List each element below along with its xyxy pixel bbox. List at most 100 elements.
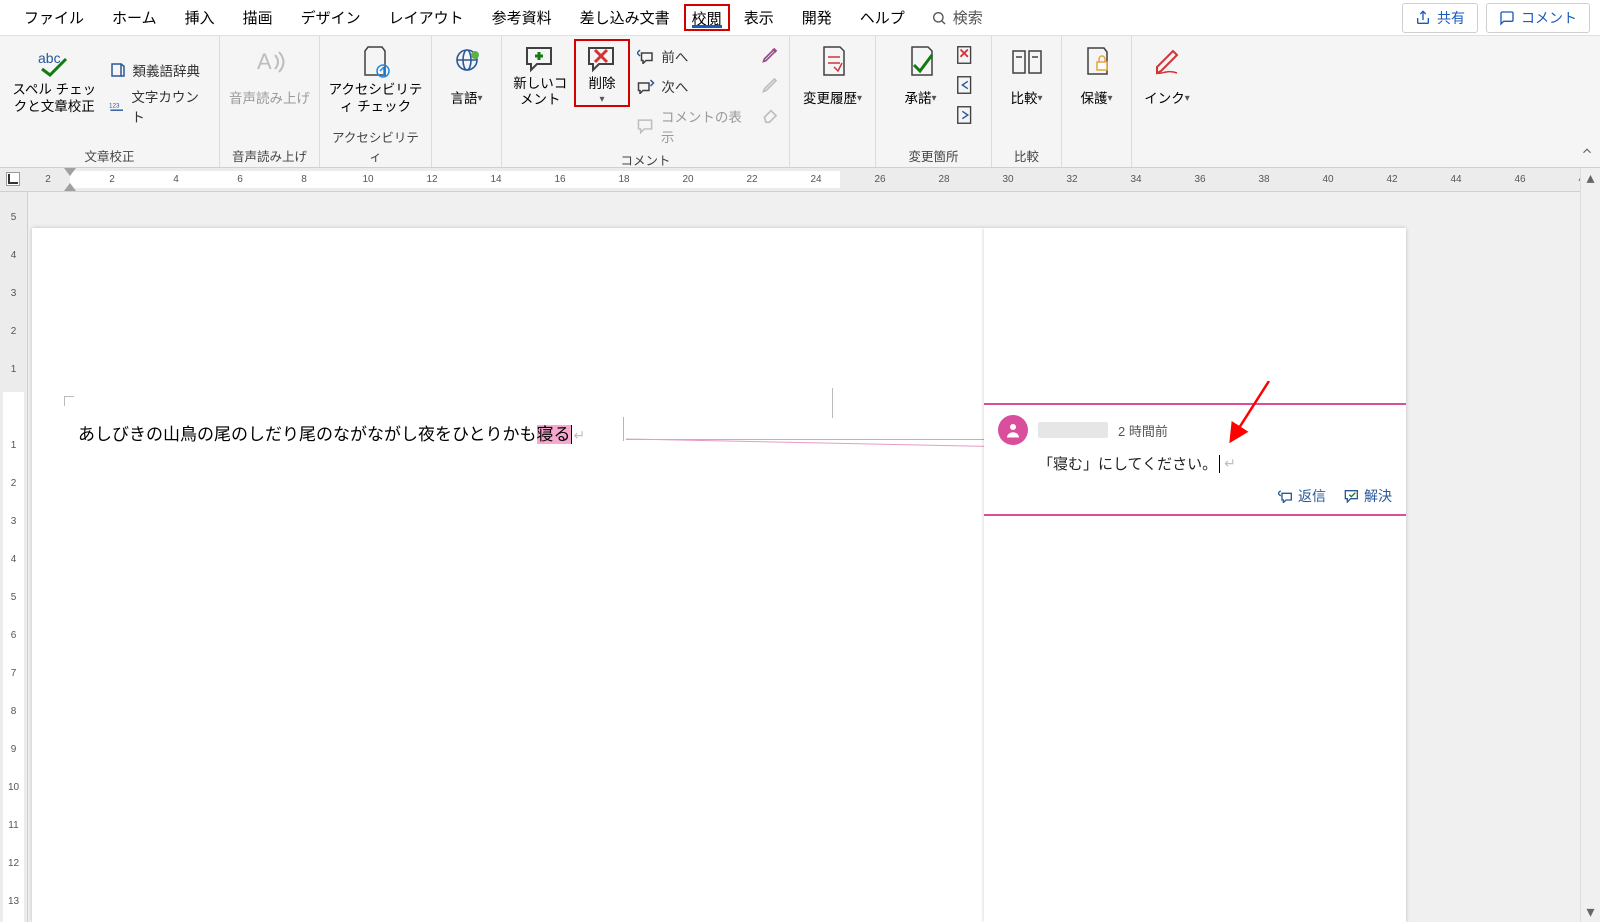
wordcount-button[interactable]: 123 文字カウント — [105, 84, 211, 128]
compare-icon — [1011, 47, 1043, 77]
horizontal-ruler[interactable]: 2246810121416182022242628303234363840424… — [0, 168, 1600, 192]
accessibility-label: アクセシビリティ チェック — [328, 82, 424, 116]
thesaurus-button[interactable]: 類義語辞典 — [105, 58, 211, 82]
document-page[interactable]: あしびきの山鳥の尾のしだり尾のながながし夜をひとりかも寝る↵ — [32, 228, 984, 922]
prev-change-icon[interactable] — [955, 74, 977, 96]
tab-review[interactable]: 校閲 — [684, 4, 730, 31]
text-pre: あしびきの山鳥の尾のしだり尾のながながし夜をひとりかも — [78, 425, 537, 444]
accessibility-button[interactable]: アクセシビリティ チェック — [326, 40, 426, 120]
ruler-tick — [640, 168, 672, 191]
commented-text-highlight: 寝る — [537, 425, 571, 444]
search-box[interactable]: 検索 — [919, 7, 995, 28]
track-changes-button[interactable]: 変更履歴▾ — [797, 40, 869, 120]
reject-icon[interactable] — [955, 44, 977, 66]
delete-comment-button[interactable]: 削除 ▾ — [575, 40, 630, 106]
group-compare-label: 比較 — [1000, 144, 1053, 165]
pen-icon[interactable] — [761, 74, 781, 94]
comment-reply-button[interactable]: 返信 — [1278, 486, 1326, 506]
ink-comment-icon[interactable] — [761, 44, 781, 64]
tab-insert[interactable]: 挿入 — [171, 1, 229, 34]
comment-resolve-button[interactable]: 解決 — [1344, 486, 1392, 506]
ruler-tick — [832, 168, 864, 191]
titlebar-right-buttons: 共有 コメント — [1402, 3, 1590, 33]
group-protect: 保護▾ . — [1062, 36, 1132, 167]
language-label: 言語 — [450, 91, 477, 108]
ruler-tick: 10 — [352, 168, 384, 191]
comment-button[interactable]: コメント — [1486, 3, 1590, 33]
ruler-tick: 28 — [928, 168, 960, 191]
ruler-tick: 12 — [0, 858, 27, 869]
tab-draw[interactable]: 描画 — [229, 1, 287, 34]
chevron-down-icon: ▾ — [857, 93, 862, 106]
ruler-tick — [1088, 168, 1120, 191]
ruler-tick: 4 — [0, 554, 27, 565]
tab-home[interactable]: ホーム — [98, 1, 171, 34]
ruler-tick: 3 — [0, 288, 27, 299]
eraser-icon[interactable] — [761, 104, 781, 124]
comment-body[interactable]: 「寝む」にしてください。 ↵ — [998, 445, 1392, 482]
next-comment-button[interactable]: 次へ — [633, 74, 757, 98]
tab-file[interactable]: ファイル — [10, 1, 98, 34]
prev-comment-button[interactable]: 前へ — [633, 44, 757, 68]
ruler-tick — [960, 168, 992, 191]
svg-text:A: A — [257, 49, 272, 74]
ruler-tick — [1216, 168, 1248, 191]
share-button[interactable]: 共有 — [1402, 3, 1478, 33]
ruler-tick — [1152, 168, 1184, 191]
svg-text:123: 123 — [109, 102, 120, 109]
document-text-line[interactable]: あしびきの山鳥の尾のしだり尾のながながし夜をひとりかも寝る↵ — [78, 420, 585, 445]
ink-button[interactable]: インク▾ — [1139, 40, 1195, 120]
delete-comment-label: 削除 — [588, 76, 615, 92]
tab-view[interactable]: 表示 — [730, 1, 788, 34]
ruler-tick: 3 — [0, 516, 27, 527]
tab-stop-selector[interactable] — [6, 172, 20, 186]
show-comments-button[interactable]: コメントの表示 — [633, 104, 757, 148]
new-comment-button[interactable]: 新しいコメント — [510, 40, 571, 108]
thesaurus-label: 類義語辞典 — [133, 60, 201, 80]
ruler-tick — [1344, 168, 1376, 191]
ruler-tick: 32 — [1056, 168, 1088, 191]
ruler-tick: 6 — [0, 630, 27, 641]
language-button[interactable]: 言語▾ — [439, 40, 495, 120]
ruler-tick: 14 — [480, 168, 512, 191]
group-accessibility: アクセシビリティ チェック アクセシビリティ — [320, 36, 432, 167]
protect-button[interactable]: 保護▾ — [1069, 40, 1125, 120]
accept-button[interactable]: 承諾▾ — [891, 40, 951, 120]
readaloud-button[interactable]: A 音声読み上げ — [226, 40, 314, 120]
tab-help[interactable]: ヘルプ — [846, 1, 919, 34]
group-comments-label: コメント — [510, 148, 781, 169]
compare-button[interactable]: 比較▾ — [999, 40, 1055, 120]
tab-mailings[interactable]: 差し込み文書 — [566, 1, 684, 34]
ruler-tick: 8 — [0, 706, 27, 717]
comment-icon — [1499, 10, 1515, 26]
group-accessibility-label: アクセシビリティ — [328, 125, 423, 165]
tab-design[interactable]: デザイン — [287, 1, 375, 34]
tab-layout[interactable]: レイアウト — [375, 1, 478, 34]
ruler-tick: 26 — [864, 168, 896, 191]
comment-author-redacted — [1038, 422, 1108, 438]
scroll-down-button[interactable]: ▾ — [1581, 902, 1600, 922]
ruler-tick: 16 — [544, 168, 576, 191]
comment-card[interactable]: 2 時間前 「寝む」にしてください。 ↵ 返信 解決 — [984, 403, 1406, 516]
share-icon — [1415, 10, 1431, 26]
vertical-scrollbar[interactable]: ▴ ▾ — [1580, 168, 1600, 922]
chevron-down-icon: ▾ — [1185, 93, 1190, 106]
ruler-tick: 38 — [1248, 168, 1280, 191]
ribbon-collapse-button[interactable] — [1580, 144, 1594, 163]
resolve-icon — [1344, 489, 1360, 503]
protect-icon — [1083, 46, 1111, 78]
next-change-icon[interactable] — [955, 104, 977, 126]
markup-pane: 2 時間前 「寝む」にしてください。 ↵ 返信 解決 — [984, 228, 1406, 922]
scroll-up-button[interactable]: ▴ — [1581, 168, 1600, 188]
tab-references[interactable]: 参考資料 — [478, 1, 566, 34]
spelling-button[interactable]: abc スペル チェックと文章校正 — [8, 40, 101, 120]
show-comments-icon — [637, 118, 655, 134]
chevron-down-icon: ▾ — [931, 93, 936, 106]
ribbon-tabs: ファイル ホーム 挿入 描画 デザイン レイアウト 参考資料 差し込み文書 校閲… — [0, 0, 1600, 36]
vertical-ruler[interactable]: 5432112345678910111213 — [0, 192, 28, 922]
search-icon — [931, 10, 947, 26]
wordcount-label: 文字カウント — [131, 86, 207, 126]
comment-caret — [1219, 455, 1220, 473]
tab-developer[interactable]: 開発 — [788, 1, 846, 34]
group-speech-label: 音声読み上げ — [228, 144, 311, 165]
